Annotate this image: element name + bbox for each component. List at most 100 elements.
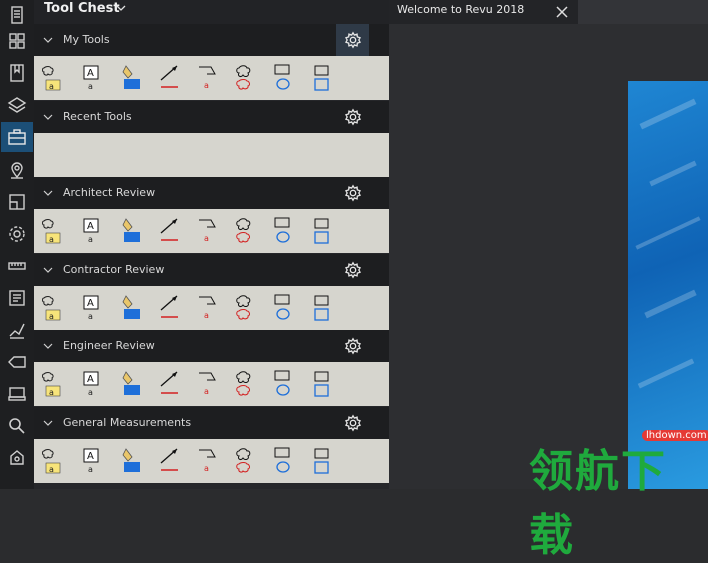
chevron-down-icon[interactable]: [116, 3, 126, 13]
tool-highlight-3-icon[interactable]: [118, 62, 146, 94]
gear-icon[interactable]: [336, 101, 369, 133]
tool-highlight-icon[interactable]: [118, 368, 146, 400]
toolchest-icon[interactable]: [1, 122, 33, 152]
tab-label: Welcome to Revu 2018: [397, 3, 525, 16]
svg-text:a: a: [49, 312, 54, 321]
places-icon[interactable]: [1, 155, 33, 185]
chevron-down-icon[interactable]: [43, 188, 53, 198]
tool-ellipse-7-icon[interactable]: [271, 62, 299, 94]
tool-cloud-icon[interactable]: [233, 292, 261, 324]
section-tools-engineer-review: aAaa: [34, 362, 389, 406]
tool-polylength-icon[interactable]: [309, 368, 337, 400]
tag-icon[interactable]: [1, 347, 33, 377]
tool-cloud-callout-icon[interactable]: a: [40, 368, 68, 400]
gear-icon[interactable]: [336, 330, 369, 362]
tool-callout-5-icon[interactable]: a: [195, 62, 223, 94]
document-tab-bar: Welcome to Revu 2018: [389, 0, 708, 24]
tool-angle-icon[interactable]: [271, 445, 299, 477]
section-header-recent-tools[interactable]: Recent Tools: [34, 101, 389, 133]
watermark: 领航下载 lhdown.com: [529, 429, 708, 561]
tool-volume-icon[interactable]: [156, 445, 184, 477]
tool-dimension-icon[interactable]: [309, 215, 337, 247]
tool-stamp-icon[interactable]: a: [195, 215, 223, 247]
settings-icon[interactable]: [1, 219, 33, 249]
section-header-contractor-review[interactable]: Contractor Review: [34, 254, 389, 286]
section-header-my-tools[interactable]: My Tools: [34, 24, 389, 56]
tool-stamp-icon[interactable]: a: [195, 292, 223, 324]
chevron-down-icon[interactable]: [43, 265, 53, 275]
section-tools-general-measurements: a Aa a: [34, 439, 389, 483]
svg-text:a: a: [49, 82, 54, 91]
studio-icon[interactable]: [1, 443, 33, 473]
svg-text:a: a: [88, 235, 93, 244]
tool-callout-icon[interactable]: [271, 368, 299, 400]
tool-count-icon[interactable]: [233, 445, 261, 477]
svg-text:a: a: [88, 82, 93, 91]
gear-icon[interactable]: [336, 24, 369, 56]
bookmarks-icon[interactable]: [1, 58, 33, 88]
tool-length-measure-icon[interactable]: [156, 368, 184, 400]
gear-icon[interactable]: [336, 407, 369, 439]
tool-textbox-2-icon[interactable]: Aa: [79, 62, 107, 94]
close-icon[interactable]: [555, 5, 569, 19]
tool-diameter-icon[interactable]: a: [195, 445, 223, 477]
signature-icon[interactable]: [1, 315, 33, 345]
section-label: Recent Tools: [63, 110, 132, 123]
section-label: Architect Review: [63, 186, 156, 199]
tool-highlight-icon[interactable]: [118, 215, 146, 247]
chevron-down-icon[interactable]: [43, 35, 53, 45]
measurements-icon[interactable]: [1, 251, 33, 281]
svg-text:a: a: [204, 387, 209, 396]
svg-text:a: a: [88, 388, 93, 397]
svg-text:A: A: [87, 221, 94, 232]
tool-arrow-icon[interactable]: [156, 215, 184, 247]
tool-arrow-4-icon[interactable]: [156, 62, 184, 94]
tool-cloud-icon[interactable]: [233, 215, 261, 247]
tool-text-box-icon[interactable]: Aa: [79, 292, 107, 324]
search-icon[interactable]: [1, 411, 33, 441]
svg-text:A: A: [87, 451, 94, 462]
chevron-down-icon[interactable]: [43, 418, 53, 428]
tool-area-icon[interactable]: [118, 445, 146, 477]
tool-stamp-icon[interactable]: a: [195, 368, 223, 400]
tool-callout-1-icon[interactable]: a: [40, 62, 68, 94]
chevron-down-icon[interactable]: [43, 341, 53, 351]
tool-polylength-icon[interactable]: Aa: [79, 445, 107, 477]
section-label: General Measurements: [63, 416, 192, 429]
tab-welcome[interactable]: Welcome to Revu 2018: [389, 0, 578, 24]
section-tools-recent-tools: [34, 133, 389, 177]
section-header-engineer-review[interactable]: Engineer Review: [34, 330, 389, 362]
section-header-architect-review[interactable]: Architect Review: [34, 177, 389, 209]
tool-length-icon[interactable]: a: [40, 445, 68, 477]
gear-icon[interactable]: [336, 254, 369, 286]
tool-cloud-callout-icon[interactable]: a: [40, 215, 68, 247]
spaces-icon[interactable]: [1, 187, 33, 217]
svg-text:A: A: [87, 298, 94, 309]
tool-text-box-icon[interactable]: Aa: [79, 215, 107, 247]
chevron-down-icon[interactable]: [43, 112, 53, 122]
svg-text:a: a: [49, 235, 54, 244]
grid-icon[interactable]: [1, 26, 33, 56]
left-icon-rail: [0, 0, 35, 489]
svg-text:a: a: [49, 388, 54, 397]
svg-text:a: a: [49, 465, 54, 474]
tool-highlight-icon[interactable]: [118, 292, 146, 324]
tool-area-measure-icon[interactable]: [156, 292, 184, 324]
tool-cloud-icon[interactable]: [233, 368, 261, 400]
tool-cloud-6-icon[interactable]: [233, 62, 261, 94]
batch-icon[interactable]: [1, 379, 33, 409]
tool-cloud-callout-icon[interactable]: a: [40, 292, 68, 324]
gear-icon[interactable]: [336, 177, 369, 209]
tool-rectangle-8-icon[interactable]: [309, 62, 337, 94]
tool-callout-icon[interactable]: [271, 215, 299, 247]
tool-callout-icon[interactable]: [271, 292, 299, 324]
document-canvas[interactable]: 领航下载 lhdown.com: [389, 24, 708, 561]
layers-icon[interactable]: [1, 90, 33, 120]
section-label: Engineer Review: [63, 339, 155, 352]
markups-list-icon[interactable]: [1, 283, 33, 313]
section-header-general-measurements[interactable]: General Measurements: [34, 407, 389, 439]
tool-text-box-icon[interactable]: Aa: [79, 368, 107, 400]
svg-text:A: A: [87, 68, 94, 79]
tool-checkmark-icon[interactable]: [309, 292, 337, 324]
tool-radius-icon[interactable]: [309, 445, 337, 477]
